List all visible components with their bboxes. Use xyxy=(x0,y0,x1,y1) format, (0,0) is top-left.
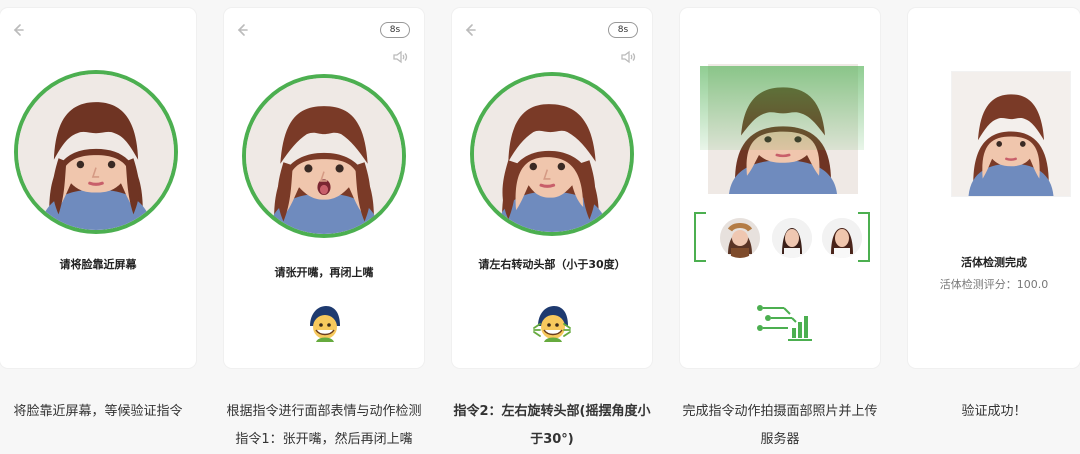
caption-step-1: 将脸靠近屏幕，等候验证指令 xyxy=(0,398,196,426)
mascot-icon xyxy=(310,306,340,342)
bracket-left xyxy=(694,212,706,262)
caption-line: 服务器 xyxy=(760,432,800,447)
step-card-4 xyxy=(680,8,880,368)
final-face-photo xyxy=(952,72,1070,196)
face-thumbnails xyxy=(694,212,870,264)
upload-circuit-icon xyxy=(757,305,812,341)
captured-face-photo xyxy=(708,64,858,194)
face-photo xyxy=(952,72,1070,196)
mascot-icon xyxy=(533,306,571,342)
caption-line: 指令2：左右旋转头部(摇摆角度小 xyxy=(453,404,651,419)
thumbnail-face-photo xyxy=(720,218,760,258)
caption-step-3: 指令2：左右旋转头部(摇摆角度小 于30°) xyxy=(452,398,652,454)
back-arrow-icon[interactable] xyxy=(10,22,26,38)
thumbnail-3 xyxy=(822,218,862,258)
caption-step-2: 根据指令进行面部表情与动作检测 指令1：张开嘴，然后再闭上嘴 xyxy=(224,398,424,454)
caption-line: 根据指令进行面部表情与动作检测 xyxy=(226,404,422,419)
back-arrow-icon[interactable] xyxy=(462,22,478,38)
caption-line: 将脸靠近屏幕，等候验证指令 xyxy=(13,404,183,419)
step-card-2: 8s 请张开嘴，再闭上嘴 xyxy=(224,8,424,368)
caption-line: 完成指令动作拍摄面部照片并上传 xyxy=(682,404,878,419)
thumbnail-face-photo xyxy=(822,218,862,258)
caption-line: 于30°) xyxy=(530,432,574,447)
face-circle xyxy=(470,72,634,236)
status-text: 活体检测完成 xyxy=(961,256,1027,269)
score-text: 活体检测评分：100.0 xyxy=(939,278,1049,291)
step-card-3: 8s 请左右转动头部（小于30度） xyxy=(452,8,652,368)
step-card-1: 请将脸靠近屏幕 xyxy=(0,8,196,368)
caption-step-4: 完成指令动作拍摄面部照片并上传 服务器 xyxy=(680,398,880,454)
back-arrow-icon[interactable] xyxy=(234,22,250,38)
instruction-text: 请张开嘴，再闭上嘴 xyxy=(274,266,374,279)
speaker-icon[interactable] xyxy=(392,50,408,64)
instruction-text: 请将脸靠近屏幕 xyxy=(59,258,137,271)
caption-line: 验证成功！ xyxy=(961,404,1027,419)
face-photo xyxy=(18,74,174,230)
face-circle xyxy=(242,74,406,238)
timer-badge: 8s xyxy=(380,22,410,38)
face-photo xyxy=(474,76,630,232)
face-circle xyxy=(14,70,178,234)
caption-line: 指令1：张开嘴，然后再闭上嘴 xyxy=(235,432,413,447)
verification-steps: 请将脸靠近屏幕 8s 请张开嘴，再闭上嘴 8s 请左右转动头部（小于30度） 活… xyxy=(0,0,1080,454)
face-photo xyxy=(246,78,402,234)
instruction-text: 请左右转动头部（小于30度） xyxy=(478,258,626,271)
face-photo xyxy=(708,64,858,194)
thumbnail-face-photo xyxy=(772,218,812,258)
thumbnail-1 xyxy=(720,218,760,258)
caption-step-5: 验证成功！ xyxy=(908,398,1080,426)
step-card-5: 活体检测完成 活体检测评分：100.0 xyxy=(908,8,1080,368)
thumbnail-2 xyxy=(772,218,812,258)
speaker-icon[interactable] xyxy=(620,50,636,64)
timer-badge: 8s xyxy=(608,22,638,38)
